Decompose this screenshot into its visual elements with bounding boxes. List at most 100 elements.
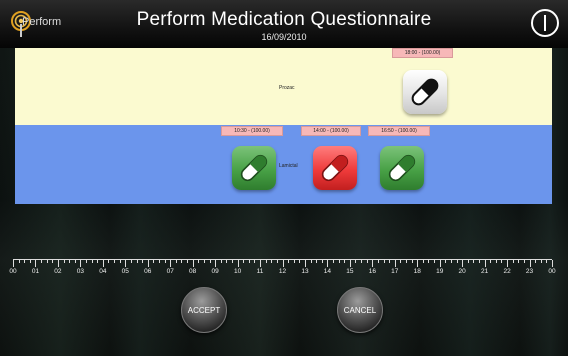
hour-tick bbox=[57, 260, 59, 267]
quarter-tick bbox=[344, 260, 346, 263]
quarter-tick bbox=[293, 260, 295, 263]
quarter-tick bbox=[153, 260, 155, 263]
hour-tick bbox=[529, 260, 531, 267]
dose-button[interactable] bbox=[380, 146, 424, 190]
quarter-tick bbox=[29, 260, 31, 263]
page-date: 16/09/2010 bbox=[261, 32, 307, 42]
hour-label: 08 bbox=[189, 268, 197, 275]
quarter-tick bbox=[231, 260, 233, 263]
hour-tick bbox=[13, 260, 14, 267]
quarter-tick bbox=[540, 260, 542, 263]
quarter-tick bbox=[406, 260, 408, 263]
hour-label: 23 bbox=[525, 268, 534, 275]
quarter-tick bbox=[333, 260, 335, 263]
hour-tick bbox=[80, 260, 82, 267]
quarter-tick bbox=[366, 260, 368, 263]
quarter-tick bbox=[175, 260, 177, 263]
quarter-tick bbox=[400, 260, 402, 263]
hour-tick bbox=[125, 260, 127, 267]
hour-tick bbox=[260, 260, 262, 267]
quarter-tick bbox=[512, 260, 514, 263]
dose-time-tag: 10:30 - (100.00) bbox=[221, 126, 283, 136]
quarter-tick bbox=[198, 260, 200, 263]
quarter-tick bbox=[114, 260, 116, 263]
quarter-tick bbox=[445, 260, 447, 263]
quarter-tick bbox=[164, 260, 166, 263]
quarter-tick bbox=[389, 260, 391, 263]
hour-label: 14 bbox=[323, 268, 332, 275]
quarter-tick bbox=[383, 260, 385, 263]
hour-label: 20 bbox=[458, 268, 466, 275]
page-title: Perform Medication Questionnaire bbox=[136, 9, 432, 30]
hour-label: 11 bbox=[256, 268, 264, 275]
quarter-tick bbox=[254, 260, 256, 263]
quarter-tick bbox=[248, 260, 250, 263]
hour-label: 17 bbox=[391, 268, 399, 275]
quarter-tick bbox=[310, 260, 312, 263]
quarter-tick bbox=[203, 260, 205, 263]
hour-tick bbox=[552, 260, 553, 267]
hour-label: 02 bbox=[54, 268, 62, 275]
quarter-tick bbox=[450, 260, 452, 263]
quarter-tick bbox=[136, 260, 138, 263]
hour-tick bbox=[462, 260, 464, 267]
quarter-tick bbox=[377, 260, 379, 263]
quarter-tick bbox=[428, 260, 430, 263]
pill-capsule-icon bbox=[240, 154, 268, 182]
hour-tick bbox=[484, 260, 486, 267]
hour-label: 01 bbox=[31, 268, 40, 275]
quarter-tick bbox=[518, 260, 520, 263]
quarter-tick bbox=[316, 260, 318, 263]
dose-time-tag: 18:00 - (100.00) bbox=[392, 48, 453, 58]
hour-tick bbox=[439, 260, 441, 267]
quarter-tick bbox=[495, 260, 497, 263]
quarter-tick bbox=[97, 260, 99, 263]
quarter-tick bbox=[63, 260, 65, 263]
cancel-button[interactable]: CANCEL bbox=[337, 287, 383, 333]
hour-label: 09 bbox=[211, 268, 219, 275]
quarter-tick bbox=[46, 260, 48, 263]
hour-label: 06 bbox=[144, 268, 152, 275]
accept-button[interactable]: ACCEPT bbox=[181, 287, 227, 333]
pill-capsule-icon bbox=[411, 78, 439, 106]
hour-timeline[interactable]: 00 01 02 03 04 05 06 07 08 09 10 11 12 13 14 15 16 17 18 19… bbox=[0, 254, 568, 284]
quarter-tick bbox=[479, 260, 480, 263]
hour-tick bbox=[417, 260, 419, 267]
quarter-tick bbox=[226, 260, 228, 263]
dose-button[interactable] bbox=[232, 146, 276, 190]
quarter-tick bbox=[74, 260, 76, 263]
hour-tick bbox=[237, 260, 239, 267]
quarter-tick bbox=[130, 260, 132, 263]
quarter-tick bbox=[271, 260, 273, 263]
hour-label: 13 bbox=[301, 268, 309, 275]
quarter-tick bbox=[52, 260, 54, 263]
hour-tick bbox=[147, 260, 149, 267]
quarter-tick bbox=[490, 260, 492, 263]
power-icon[interactable] bbox=[531, 9, 559, 37]
header-bar: Perform Perform Medication Questionnaire… bbox=[0, 0, 568, 48]
hour-label: 03 bbox=[76, 268, 84, 275]
quarter-tick bbox=[473, 260, 475, 263]
hour-label: 00 bbox=[9, 268, 17, 275]
dose-button[interactable] bbox=[313, 146, 357, 190]
hour-tick bbox=[102, 260, 104, 267]
quarter-tick bbox=[91, 260, 93, 263]
medication-label: Lamictal bbox=[279, 163, 298, 169]
quarter-tick bbox=[69, 260, 71, 263]
dose-button[interactable] bbox=[403, 70, 447, 114]
pill-capsule-icon bbox=[388, 154, 416, 182]
hour-label: 07 bbox=[166, 268, 174, 275]
quarter-tick bbox=[288, 260, 290, 263]
hour-tick bbox=[192, 260, 194, 267]
quarter-tick bbox=[18, 260, 20, 263]
quarter-tick bbox=[220, 260, 222, 263]
quarter-tick bbox=[321, 260, 323, 263]
quarter-tick bbox=[456, 260, 458, 263]
quarter-tick bbox=[422, 260, 424, 263]
hour-label: 22 bbox=[503, 268, 511, 275]
quarter-tick bbox=[355, 260, 357, 263]
quarter-tick bbox=[119, 260, 121, 263]
quarter-tick bbox=[41, 260, 43, 263]
quarter-tick bbox=[361, 260, 363, 263]
quarter-tick bbox=[181, 260, 183, 263]
